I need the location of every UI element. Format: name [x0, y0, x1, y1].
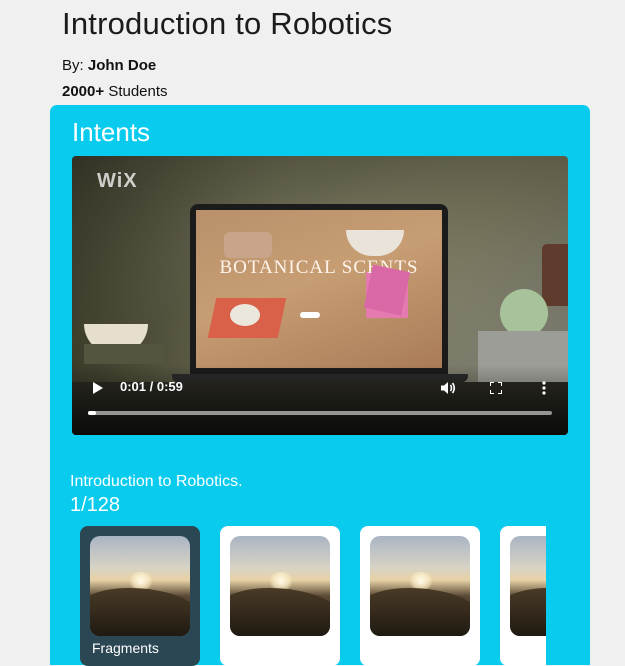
lesson-card[interactable] — [220, 526, 340, 666]
time-display: 0:01 / 0:59 — [120, 379, 183, 394]
video-item — [224, 232, 272, 258]
volume-icon[interactable] — [440, 381, 456, 395]
course-title: Introduction to Robotics — [62, 6, 393, 41]
progress-fill — [88, 411, 96, 415]
video-board — [84, 344, 164, 364]
lesson-thumbnail — [510, 536, 546, 636]
lesson-cards: Fragments — [80, 526, 546, 666]
lesson-card[interactable] — [360, 526, 480, 666]
thumbnail-hill — [90, 588, 190, 636]
video-controls: 0:01 / 0:59 — [72, 365, 568, 435]
video-player[interactable]: BOTANICAL SCENTS WiX 0:01 / 0:59 — [72, 156, 568, 435]
lesson-title: Introduction to Robotics. — [70, 473, 243, 490]
students-line: 2000+ Students — [62, 83, 168, 100]
thumbnail-hill — [370, 588, 470, 636]
video-screen-button — [300, 312, 320, 318]
lesson-thumbnail — [370, 536, 470, 636]
thumbnail-hill — [230, 588, 330, 636]
more-options-icon[interactable] — [542, 381, 546, 395]
panel-title: Intents — [72, 117, 151, 147]
lesson-thumbnail — [90, 536, 190, 636]
wix-logo: WiX — [97, 170, 138, 192]
video-soap — [500, 289, 548, 337]
lesson-card-label: Fragments — [92, 640, 159, 656]
lesson-card[interactable]: Fragments — [80, 526, 200, 666]
author-line: By: John Doe — [62, 57, 156, 74]
fullscreen-icon[interactable] — [490, 382, 502, 394]
students-count: 2000+ — [62, 83, 105, 100]
progress-bar[interactable] — [88, 411, 552, 415]
lesson-counter: 1/128 — [70, 494, 121, 516]
lesson-card[interactable] — [500, 526, 546, 666]
video-item — [230, 304, 260, 326]
by-label: By: — [62, 57, 84, 74]
lesson-thumbnail — [230, 536, 330, 636]
video-jar — [542, 244, 568, 306]
video-laptop-screen: BOTANICAL SCENTS — [190, 204, 448, 374]
thumbnail-hill — [510, 588, 546, 636]
author-name: John Doe — [87, 57, 157, 74]
video-item — [346, 230, 404, 256]
intents-panel: Intents BOTANICAL SCENTS WiX 0:01 / 0:59 — [50, 105, 590, 666]
students-label: Students — [108, 83, 168, 100]
play-icon[interactable] — [93, 382, 103, 394]
